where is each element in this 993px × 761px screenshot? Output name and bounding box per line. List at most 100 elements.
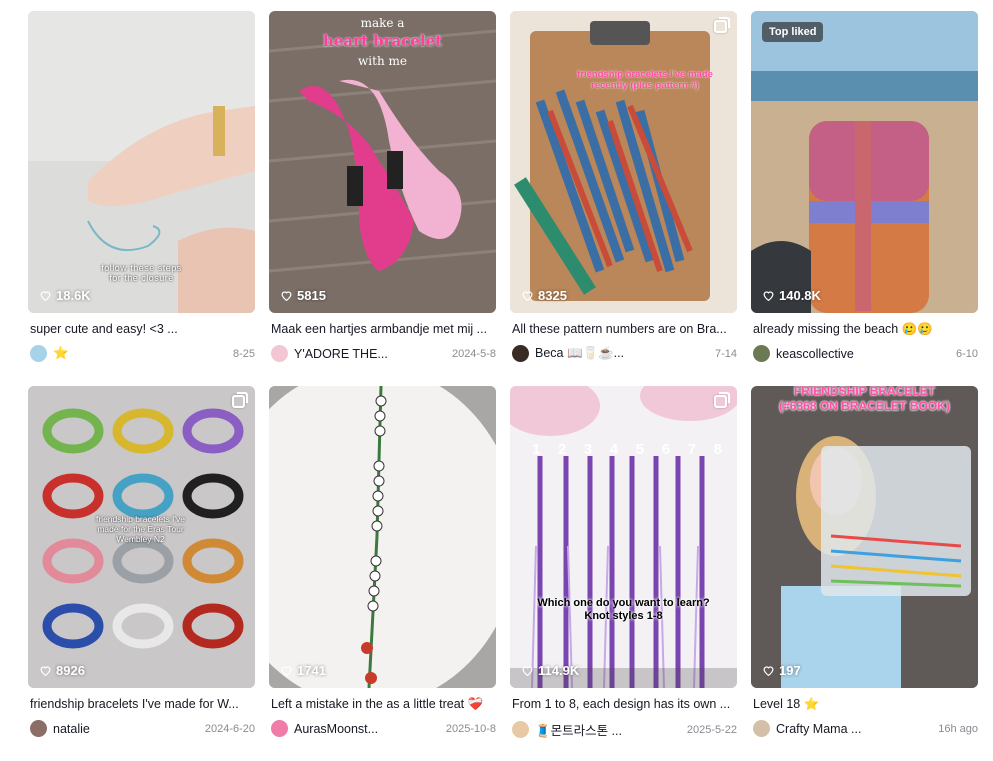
knot-number: 8: [713, 441, 722, 458]
like-count: 1741: [280, 663, 326, 678]
avatar[interactable]: [512, 345, 529, 362]
avatar[interactable]: [271, 345, 288, 362]
top-liked-badge: Top liked: [762, 22, 824, 42]
thumbnail-caption: FRIENDSHIP BRACELET (#6368 ON BRACELET B…: [779, 386, 950, 413]
knot-number: 2: [557, 441, 567, 458]
video-card[interactable]: friendship bracelets I've made recently …: [510, 11, 737, 386]
video-thumbnail[interactable]: friendship bracelets I've made for the E…: [28, 386, 255, 688]
post-date: 2024-5-8: [451, 347, 496, 360]
video-thumbnail[interactable]: Top liked 140.8K: [751, 11, 978, 313]
knot-number-row: 1 2 3 4 5 6 7 8: [532, 441, 722, 458]
post-date: 16h ago: [938, 722, 978, 735]
thumbnail-image: [751, 386, 978, 688]
knot-number: 3: [583, 441, 593, 458]
post-date: 2025-5-22: [686, 723, 737, 736]
like-count: 114.9K: [521, 663, 579, 678]
heart-icon: [763, 666, 774, 677]
knot-number: 5: [635, 441, 645, 458]
video-meta: Crafty Mama ... 16h ago: [751, 720, 978, 737]
video-card[interactable]: follow these steps for the closure 18.6K…: [28, 11, 255, 386]
video-card[interactable]: Top liked 140.8K already missing the bea…: [751, 11, 978, 386]
like-count: 8325: [521, 288, 567, 303]
video-meta: Y'ADORE THE... 2024-5-8: [269, 345, 496, 362]
heart-icon: [281, 291, 292, 302]
likes-value: 140.8K: [779, 288, 821, 303]
thumbnail-caption: Which one do you want to learn? Knot sty…: [537, 597, 710, 622]
heart-icon: [763, 291, 774, 302]
video-meta: natalie 2024-6-20: [28, 720, 255, 737]
video-card[interactable]: make a heart bracelet with me 5815 Maak …: [269, 11, 496, 386]
knot-number: 4: [609, 441, 619, 458]
avatar[interactable]: [30, 720, 47, 737]
likes-value: 8325: [538, 288, 567, 303]
thumbnail-caption-top: make a: [360, 16, 405, 30]
author-name[interactable]: Y'ADORE THE...: [294, 347, 388, 361]
multi-photo-icon: [714, 392, 730, 408]
knot-number: 7: [687, 441, 696, 458]
video-description[interactable]: Left a mistake in the as a little treat …: [269, 697, 496, 712]
author-name[interactable]: 🧵몬트라스톤 ...: [535, 720, 622, 739]
avatar[interactable]: [271, 720, 288, 737]
author-name[interactable]: AurasMoonst...: [294, 722, 378, 736]
multi-photo-icon: [232, 392, 248, 408]
thumbnail-image: [510, 386, 737, 688]
knot-number: 1: [532, 441, 541, 458]
video-grid: follow these steps for the closure 18.6K…: [28, 11, 978, 761]
video-description[interactable]: From 1 to 8, each design has its own ...: [510, 697, 737, 712]
avatar[interactable]: [753, 720, 770, 737]
likes-value: 18.6K: [56, 288, 91, 303]
post-date: 2025-10-8: [445, 722, 496, 735]
heart-icon: [40, 291, 51, 302]
likes-value: 1741: [297, 663, 326, 678]
video-thumbnail[interactable]: 1 2 3 4 5 6 7 8 Which one do you want to…: [510, 386, 737, 688]
like-count: 8926: [39, 663, 85, 678]
heart-icon: [281, 666, 292, 677]
thumbnail-image: [510, 11, 737, 313]
video-description[interactable]: Level 18 ⭐: [751, 697, 978, 712]
video-meta: AurasMoonst... 2025-10-8: [269, 720, 496, 737]
post-date: 2024-6-20: [204, 722, 255, 735]
like-count: 5815: [280, 288, 326, 303]
heart-icon: [522, 291, 533, 302]
likes-value: 114.9K: [538, 663, 580, 678]
video-meta: 🧵몬트라스톤 ... 2025-5-22: [510, 720, 737, 739]
video-thumbnail[interactable]: 1741: [269, 386, 496, 688]
thumbnail-image: [269, 386, 496, 688]
video-card[interactable]: friendship bracelets I've made for the E…: [28, 386, 255, 761]
avatar[interactable]: [30, 345, 47, 362]
like-count: 18.6K: [39, 288, 91, 303]
likes-value: 197: [779, 663, 801, 678]
video-card[interactable]: 1741 Left a mistake in the as a little t…: [269, 386, 496, 761]
like-count: 140.8K: [762, 288, 821, 303]
video-thumbnail[interactable]: FRIENDSHIP BRACELET (#6368 ON BRACELET B…: [751, 386, 978, 688]
likes-value: 5815: [297, 288, 326, 303]
likes-value: 8926: [56, 663, 85, 678]
video-meta: ⭐ 8-25: [28, 345, 255, 362]
video-description[interactable]: Maak een hartjes armbandje met mij ...: [269, 322, 496, 337]
video-description[interactable]: friendship bracelets I've made for W...: [28, 697, 255, 712]
video-thumbnail[interactable]: make a heart bracelet with me 5815: [269, 11, 496, 313]
video-description[interactable]: already missing the beach 🥲🥲: [751, 322, 978, 337]
author-name[interactable]: Beca 📖🥛☕...: [535, 346, 624, 361]
video-card[interactable]: 1 2 3 4 5 6 7 8 Which one do you want to…: [510, 386, 737, 761]
author-name[interactable]: keascollective: [776, 347, 854, 361]
like-count: 197: [762, 663, 801, 678]
heart-icon: [40, 666, 51, 677]
video-meta: Beca 📖🥛☕... 7-14: [510, 345, 737, 362]
avatar[interactable]: [512, 721, 529, 738]
avatar[interactable]: [753, 345, 770, 362]
thumbnail-caption-bottom: with me: [358, 54, 407, 68]
video-description[interactable]: super cute and easy! <3 ...: [28, 322, 255, 337]
author-name[interactable]: Crafty Mama ...: [776, 722, 861, 736]
author-name[interactable]: ⭐: [53, 346, 69, 361]
thumbnail-caption-title: heart bracelet: [322, 32, 443, 50]
author-name[interactable]: natalie: [53, 722, 90, 736]
thumbnail-caption: friendship bracelets I've made for the E…: [95, 514, 186, 544]
video-card[interactable]: FRIENDSHIP BRACELET (#6368 ON BRACELET B…: [751, 386, 978, 761]
video-thumbnail[interactable]: friendship bracelets I've made recently …: [510, 11, 737, 313]
thumbnail-caption: follow these steps for the closure: [101, 263, 182, 283]
video-description[interactable]: All these pattern numbers are on Bra...: [510, 322, 737, 337]
video-thumbnail[interactable]: follow these steps for the closure 18.6K: [28, 11, 255, 313]
knot-number: 6: [661, 441, 671, 458]
thumbnail-caption: friendship bracelets I've made recently …: [577, 69, 713, 91]
